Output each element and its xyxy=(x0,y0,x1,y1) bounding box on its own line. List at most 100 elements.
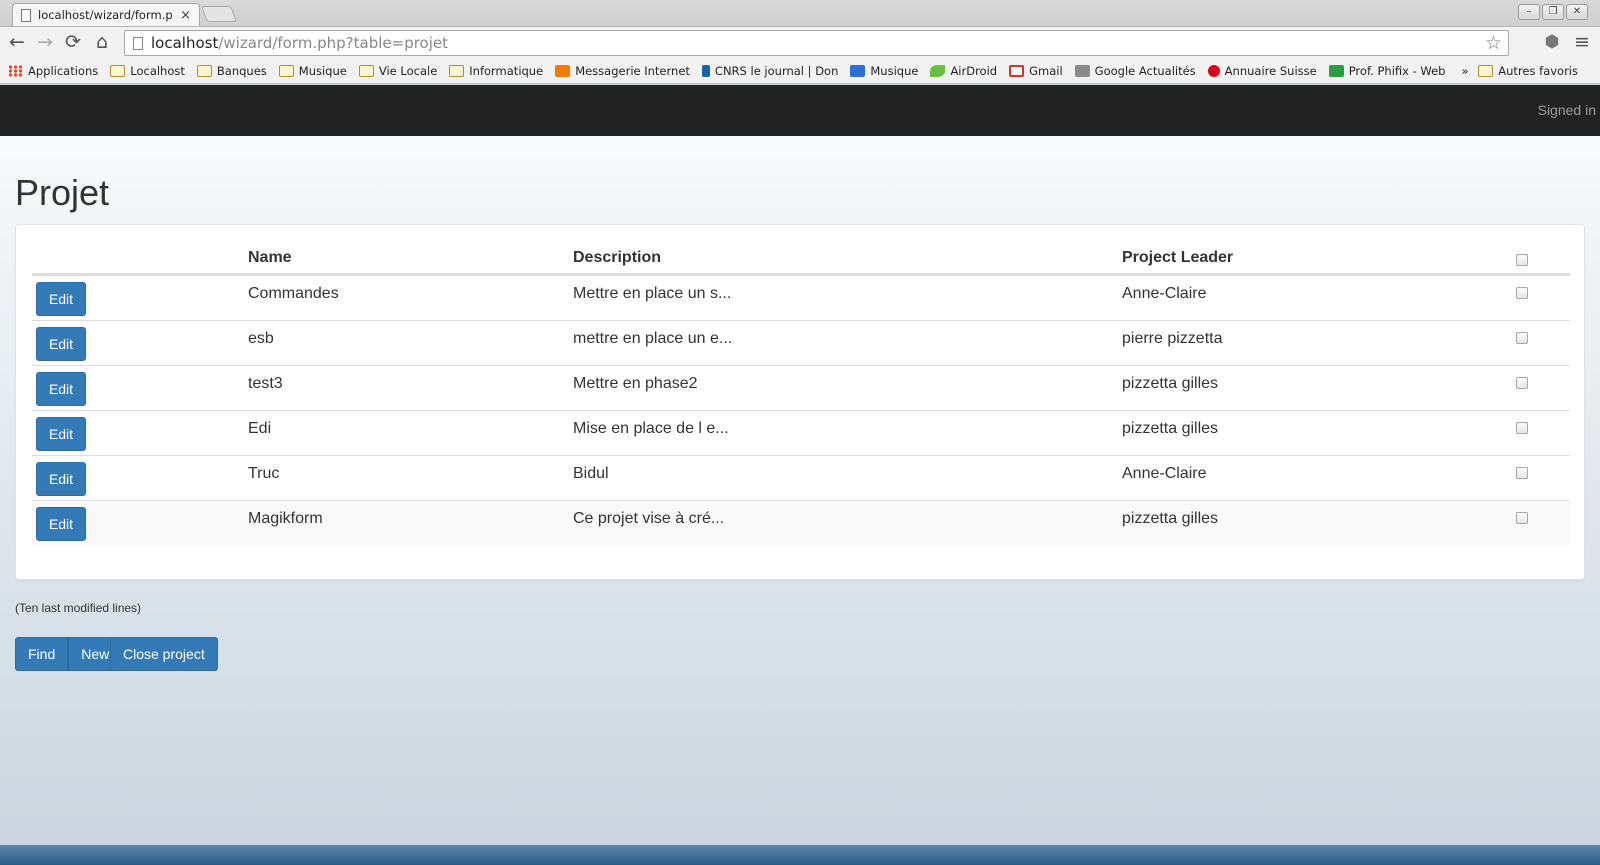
bookmark-item[interactable]: Prof. Phifix - Web xyxy=(1328,64,1445,78)
cell-project-leader: pierre pizzetta xyxy=(1122,330,1223,347)
bookmark-star-icon[interactable]: ☆ xyxy=(1485,32,1502,54)
row-checkbox[interactable] xyxy=(1516,332,1528,344)
row-checkbox[interactable] xyxy=(1516,377,1528,389)
cell-project-leader: pizzetta gilles xyxy=(1122,375,1219,392)
news-icon xyxy=(1074,64,1090,77)
mail-icon xyxy=(555,64,571,77)
edit-button[interactable]: Edit xyxy=(36,372,86,406)
column-header-project-leader[interactable]: Project Leader xyxy=(1122,249,1233,267)
bookmark-item[interactable]: Google Actualités xyxy=(1074,64,1196,78)
bookmarks-more-icon[interactable]: » xyxy=(1461,64,1468,78)
page-icon xyxy=(21,8,31,22)
column-header-description[interactable]: Description xyxy=(573,249,661,267)
row-checkbox[interactable] xyxy=(1516,467,1528,479)
phifix-icon xyxy=(1328,64,1344,77)
table-row: Edit Edi Mise en place de l e... pizzett… xyxy=(32,410,1570,455)
find-button[interactable]: Find xyxy=(15,637,69,671)
cell-project-leader: Anne-Claire xyxy=(1122,285,1207,302)
cell-description: Mettre en phase2 xyxy=(573,375,698,392)
reload-icon[interactable]: ⟳ xyxy=(62,31,84,53)
edit-button[interactable]: Edit xyxy=(36,462,86,496)
cnrs-icon xyxy=(701,64,710,77)
cell-project-leader: Anne-Claire xyxy=(1122,465,1207,482)
bookmark-item[interactable]: Gmail xyxy=(1009,64,1063,78)
menu-icon[interactable]: ≡ xyxy=(1571,31,1593,53)
extension-icon[interactable]: ⬢ xyxy=(1541,31,1563,53)
browser-toolbar: ← → ⟳ ⌂ localhost/wizard/form.php?table=… xyxy=(0,26,1600,58)
cell-name: Commandes xyxy=(248,285,339,302)
edit-button[interactable]: Edit xyxy=(36,327,86,361)
signed-in-label: Signed in xyxy=(1537,102,1596,118)
action-button-group: Find New xyxy=(15,637,123,671)
cell-name: Edi xyxy=(248,420,272,437)
apps-icon xyxy=(8,64,23,77)
cell-description: Mise en place de l e... xyxy=(573,420,729,437)
table-footnote: (Ten last modified lines) xyxy=(15,601,142,615)
back-icon[interactable]: ← xyxy=(6,31,28,53)
minimize-icon[interactable]: – xyxy=(1518,4,1540,20)
bookmark-item[interactable]: Annuaire Suisse xyxy=(1207,64,1317,78)
gmail-icon xyxy=(1009,64,1025,77)
folder-icon xyxy=(358,64,374,77)
folder-icon xyxy=(278,64,294,77)
dsm-icon xyxy=(850,64,866,77)
top-navbar: Signed in xyxy=(0,85,1600,136)
row-checkbox[interactable] xyxy=(1516,287,1528,299)
table-row: Edit Magikform Ce projet vise à cré... p… xyxy=(32,500,1570,545)
url-path: /wizard/form.php?table=projet xyxy=(218,34,449,52)
window-controls: – ❐ ✕ xyxy=(1518,4,1588,20)
folder-icon xyxy=(1478,64,1494,77)
close-icon[interactable]: × xyxy=(180,8,191,23)
cell-name: test3 xyxy=(248,375,283,392)
row-checkbox[interactable] xyxy=(1516,512,1528,524)
directory-icon xyxy=(1207,64,1220,77)
edit-button[interactable]: Edit xyxy=(36,507,86,541)
browser-tab[interactable]: localhost/wizard/form.p × xyxy=(12,3,200,26)
close-project-button[interactable]: Close project xyxy=(110,637,218,671)
tab-title: localhost/wizard/form.p xyxy=(38,8,173,22)
bookmark-item[interactable]: Messagerie Internet xyxy=(555,64,690,78)
browser-tabstrip: localhost/wizard/form.p × – ❐ ✕ xyxy=(0,0,1600,26)
bookmark-item[interactable]: AirDroid xyxy=(930,64,997,78)
cell-name: Truc xyxy=(248,465,280,482)
bookmark-item[interactable]: Musique xyxy=(850,64,918,78)
bookmark-other-folder[interactable]: Autres favoris xyxy=(1478,64,1578,78)
address-bar[interactable]: localhost/wizard/form.php?table=projet ☆ xyxy=(124,30,1509,56)
home-icon[interactable]: ⌂ xyxy=(91,31,113,53)
bookmark-item[interactable]: Vie Locale xyxy=(358,64,437,78)
page-title: Projet xyxy=(15,172,110,213)
new-tab-button[interactable] xyxy=(201,6,237,22)
os-taskbar xyxy=(0,845,1600,865)
folder-icon xyxy=(110,64,126,77)
table-row: Edit test3 Mettre en phase2 pizzetta gil… xyxy=(32,365,1570,410)
cell-description: Bidul xyxy=(573,465,609,482)
page-icon xyxy=(133,36,143,50)
column-header-name[interactable]: Name xyxy=(248,249,292,267)
table-row: Edit Truc Bidul Anne-Claire xyxy=(32,455,1570,500)
forward-icon[interactable]: → xyxy=(34,31,56,53)
table-row: Edit Commandes Mettre en place un s... A… xyxy=(32,275,1570,320)
row-checkbox[interactable] xyxy=(1516,422,1528,434)
cell-description: mettre en place un e... xyxy=(573,330,733,347)
airdroid-icon xyxy=(930,64,946,77)
cell-project-leader: pizzetta gilles xyxy=(1122,420,1219,437)
cell-name: Magikform xyxy=(248,510,323,527)
table-row: Edit esb mettre en place un e... pierre … xyxy=(32,320,1570,365)
bookmark-item[interactable]: CNRS le journal | Don xyxy=(701,64,838,78)
bookmark-item[interactable]: Banques xyxy=(196,64,267,78)
window-close-icon[interactable]: ✕ xyxy=(1566,4,1588,20)
bookmark-item[interactable]: Informatique xyxy=(449,64,543,78)
cell-description: Mettre en place un s... xyxy=(573,285,732,302)
folder-icon xyxy=(449,64,465,77)
cell-name: esb xyxy=(248,330,274,347)
select-all-checkbox[interactable] xyxy=(1516,254,1528,266)
bookmark-item[interactable]: Localhost xyxy=(110,64,185,78)
project-table-panel: Name Description Project Leader Edit Com… xyxy=(15,224,1585,580)
bookmark-item[interactable]: Musique xyxy=(278,64,347,78)
restore-icon[interactable]: ❐ xyxy=(1542,4,1564,20)
edit-button[interactable]: Edit xyxy=(36,417,86,451)
table-header: Name Description Project Leader xyxy=(32,247,1570,275)
url-host: localhost xyxy=(151,34,219,52)
bookmark-item[interactable]: Applications xyxy=(8,64,98,78)
edit-button[interactable]: Edit xyxy=(36,282,86,316)
